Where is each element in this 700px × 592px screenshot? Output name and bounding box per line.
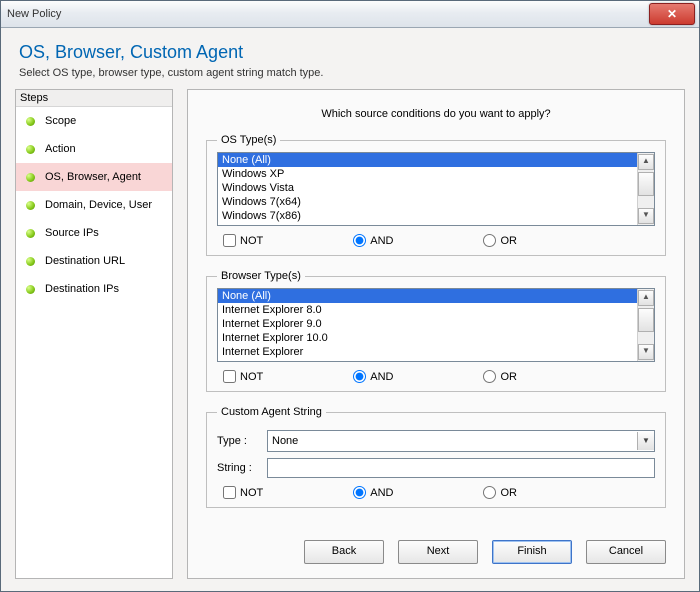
step-destination-ips[interactable]: Destination IPs — [16, 275, 172, 303]
scroll-up-icon[interactable]: ▲ — [638, 154, 654, 170]
label-and: AND — [370, 235, 393, 247]
finish-button[interactable]: Finish — [492, 540, 572, 564]
titlebar: New Policy ✕ — [1, 1, 699, 28]
header: OS, Browser, Custom Agent Select OS type… — [1, 28, 699, 89]
body: Steps Scope Action OS, Browser, Agent Do… — [1, 89, 699, 579]
row-type: Type : None ▼ — [217, 430, 655, 452]
scroll-thumb[interactable] — [638, 172, 654, 196]
scrollbar[interactable]: ▲ ▼ — [637, 289, 654, 361]
scroll-down-icon[interactable]: ▼ — [638, 344, 654, 360]
close-icon: ✕ — [667, 7, 677, 21]
logic-row-browser: NOT AND OR — [217, 370, 655, 383]
next-button[interactable]: Next — [398, 540, 478, 564]
step-label: OS, Browser, Agent — [45, 171, 141, 183]
list-item[interactable]: Windows Vista — [218, 181, 637, 195]
steps-header: Steps — [16, 90, 172, 107]
page-title: OS, Browser, Custom Agent — [19, 42, 681, 63]
close-button[interactable]: ✕ — [649, 3, 695, 25]
list-item[interactable]: Internet Explorer — [218, 345, 637, 359]
step-destination-url[interactable]: Destination URL — [16, 247, 172, 275]
step-scope[interactable]: Scope — [16, 107, 172, 135]
listbox-os[interactable]: None (All) Windows XP Windows Vista Wind… — [217, 152, 655, 226]
bullet-icon — [26, 285, 35, 294]
content-panel: Which source conditions do you want to a… — [187, 89, 685, 579]
legend-os: OS Type(s) — [217, 134, 280, 146]
legend-browser: Browser Type(s) — [217, 270, 305, 282]
scroll-down-icon[interactable]: ▼ — [638, 208, 654, 224]
step-label: Destination URL — [45, 255, 125, 267]
row-string: String : — [217, 458, 655, 478]
bullet-icon — [26, 145, 35, 154]
steps-panel: Steps Scope Action OS, Browser, Agent Do… — [15, 89, 173, 579]
scroll-up-icon[interactable]: ▲ — [638, 290, 654, 306]
listbox-browser-items: None (All) Internet Explorer 8.0 Interne… — [218, 289, 637, 361]
list-item[interactable]: Windows 7(x64) — [218, 195, 637, 209]
legend-custom: Custom Agent String — [217, 406, 326, 418]
scroll-thumb[interactable] — [638, 308, 654, 332]
step-label: Destination IPs — [45, 283, 119, 295]
radio-browser-and[interactable] — [353, 370, 366, 383]
combo-type-value: None — [272, 435, 298, 447]
radio-os-and[interactable] — [353, 234, 366, 247]
step-os-browser-agent[interactable]: OS, Browser, Agent — [16, 163, 172, 191]
bullet-icon — [26, 229, 35, 238]
group-os-types: OS Type(s) None (All) Windows XP Windows… — [206, 134, 666, 256]
list-item[interactable]: None (All) — [218, 153, 637, 167]
label-or: OR — [500, 371, 517, 383]
step-domain-device-user[interactable]: Domain, Device, User — [16, 191, 172, 219]
step-label: Action — [45, 143, 76, 155]
input-string[interactable] — [267, 458, 655, 478]
label-and: AND — [370, 371, 393, 383]
scrollbar[interactable]: ▲ ▼ — [637, 153, 654, 225]
list-item[interactable]: Windows 7(x86) — [218, 209, 637, 223]
step-source-ips[interactable]: Source IPs — [16, 219, 172, 247]
bullet-icon — [26, 173, 35, 182]
label-or: OR — [500, 235, 517, 247]
checkbox-browser-not[interactable] — [223, 370, 236, 383]
label-type: Type : — [217, 435, 267, 447]
radio-custom-and[interactable] — [353, 486, 366, 499]
bullet-icon — [26, 201, 35, 210]
list-item[interactable]: Internet Explorer 8.0 — [218, 303, 637, 317]
group-custom-agent: Custom Agent String Type : None ▼ String… — [206, 406, 666, 508]
label-or: OR — [500, 487, 517, 499]
logic-row-os: NOT AND OR — [217, 234, 655, 247]
back-button[interactable]: Back — [304, 540, 384, 564]
page-subtitle: Select OS type, browser type, custom age… — [19, 67, 681, 79]
checkbox-custom-not[interactable] — [223, 486, 236, 499]
logic-row-custom: NOT AND OR — [217, 486, 655, 499]
bullet-icon — [26, 117, 35, 126]
bullet-icon — [26, 257, 35, 266]
label-not: NOT — [240, 235, 263, 247]
step-label: Scope — [45, 115, 76, 127]
radio-browser-or[interactable] — [483, 370, 496, 383]
listbox-browser[interactable]: None (All) Internet Explorer 8.0 Interne… — [217, 288, 655, 362]
group-browser-types: Browser Type(s) None (All) Internet Expl… — [206, 270, 666, 392]
button-row: Back Next Finish Cancel — [206, 530, 666, 564]
label-not: NOT — [240, 371, 263, 383]
radio-custom-or[interactable] — [483, 486, 496, 499]
list-item[interactable]: Internet Explorer 9.0 — [218, 317, 637, 331]
radio-os-or[interactable] — [483, 234, 496, 247]
label-not: NOT — [240, 487, 263, 499]
step-action[interactable]: Action — [16, 135, 172, 163]
list-item[interactable]: Windows XP — [218, 167, 637, 181]
chevron-down-icon: ▼ — [637, 432, 654, 450]
step-label: Source IPs — [45, 227, 99, 239]
step-label: Domain, Device, User — [45, 199, 152, 211]
question-text: Which source conditions do you want to a… — [206, 108, 666, 120]
list-item[interactable]: None (All) — [218, 289, 637, 303]
dialog-new-policy: New Policy ✕ OS, Browser, Custom Agent S… — [0, 0, 700, 592]
cancel-button[interactable]: Cancel — [586, 540, 666, 564]
window-title: New Policy — [7, 8, 61, 20]
list-item[interactable]: Internet Explorer 10.0 — [218, 331, 637, 345]
label-and: AND — [370, 487, 393, 499]
label-string: String : — [217, 462, 267, 474]
listbox-os-items: None (All) Windows XP Windows Vista Wind… — [218, 153, 637, 225]
combo-type[interactable]: None ▼ — [267, 430, 655, 452]
checkbox-os-not[interactable] — [223, 234, 236, 247]
